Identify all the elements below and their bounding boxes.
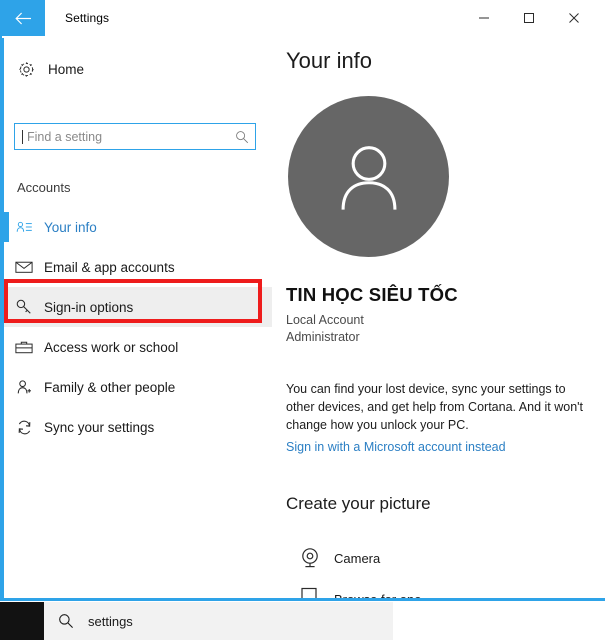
sidebar-section-header: Accounts	[17, 180, 71, 195]
camera-option[interactable]: Camera	[286, 537, 576, 579]
taskbar-search-box[interactable]: settings	[44, 602, 393, 640]
main-content: Your info TIN HỌC SIÊU TỐC Local Account…	[272, 38, 598, 598]
sidebar-item-sync-your-settings[interactable]: Sync your settings	[4, 407, 272, 447]
start-button[interactable]	[0, 602, 44, 640]
sidebar-item-home[interactable]: Home	[4, 52, 264, 86]
title-bar: Settings	[2, 0, 598, 38]
browse-file-icon	[286, 586, 334, 598]
sidebar-item-sign-in-options[interactable]: Sign-in options	[4, 287, 272, 327]
sidebar: Home Accounts	[4, 38, 272, 598]
account-description: You can find your lost device, sync your…	[286, 382, 584, 432]
maximize-button[interactable]	[506, 0, 551, 36]
settings-window: Settings Home Find a setting Accounts Yo…	[0, 0, 598, 600]
person-add-icon	[4, 379, 44, 396]
avatar	[288, 96, 449, 257]
screen: Settings Home Find a setting Accounts Yo…	[0, 0, 605, 640]
back-arrow-icon	[15, 12, 31, 24]
sidebar-item-access-work-or-school[interactable]: Access work or school	[4, 327, 272, 367]
maximize-icon	[523, 13, 534, 23]
sync-icon	[4, 419, 44, 436]
sidebar-item-label: Access work or school	[44, 339, 179, 355]
sidebar-item-label: Sign-in options	[44, 299, 134, 315]
sidebar-home-label: Home	[48, 61, 85, 77]
taskbar-search-value: settings	[88, 613, 133, 629]
settings-search-box[interactable]	[14, 123, 256, 150]
key-icon	[4, 298, 44, 316]
minimize-button[interactable]	[461, 0, 506, 36]
sign-in-microsoft-account-link[interactable]: Sign in with a Microsoft account instead	[286, 440, 506, 454]
search-icon	[229, 130, 255, 144]
sidebar-item-label: Email & app accounts	[44, 259, 175, 275]
account-type: Local Account	[286, 313, 364, 327]
back-button[interactable]	[2, 0, 45, 36]
camera-option-label: Camera	[334, 550, 381, 566]
browse-option[interactable]: Browse for one	[286, 578, 576, 598]
account-info-icon	[4, 220, 44, 235]
envelope-icon	[4, 260, 44, 274]
briefcase-icon	[4, 340, 44, 355]
sidebar-item-your-info[interactable]: Your info	[4, 207, 272, 247]
person-avatar-icon	[341, 145, 396, 210]
create-picture-heading: Create your picture	[286, 494, 431, 513]
gear-icon	[4, 61, 48, 78]
page-title: Your info	[286, 48, 373, 73]
sidebar-nav-list: Your info Email & app accounts Sign-in o…	[4, 207, 272, 447]
webcam-icon	[286, 545, 334, 571]
sidebar-item-email-app-accounts[interactable]: Email & app accounts	[4, 247, 272, 287]
sidebar-item-label: Family & other people	[44, 379, 176, 395]
window-bottom-edge	[0, 598, 605, 601]
search-input[interactable]	[25, 129, 229, 144]
account-role: Administrator	[286, 330, 360, 344]
minimize-icon	[478, 17, 489, 19]
close-icon	[568, 13, 579, 23]
sidebar-item-label: Sync your settings	[44, 419, 155, 435]
close-button[interactable]	[551, 0, 596, 36]
user-name: TIN HỌC SIÊU TỐC	[286, 284, 458, 305]
search-icon	[44, 613, 88, 629]
selection-accent-bar	[4, 212, 9, 242]
taskbar: settings	[0, 602, 605, 640]
window-title: Settings	[65, 11, 110, 25]
sidebar-item-family-other-people[interactable]: Family & other people	[4, 367, 272, 407]
sidebar-item-label: Your info	[44, 219, 97, 235]
window-controls	[461, 0, 596, 36]
text-caret	[22, 129, 23, 144]
